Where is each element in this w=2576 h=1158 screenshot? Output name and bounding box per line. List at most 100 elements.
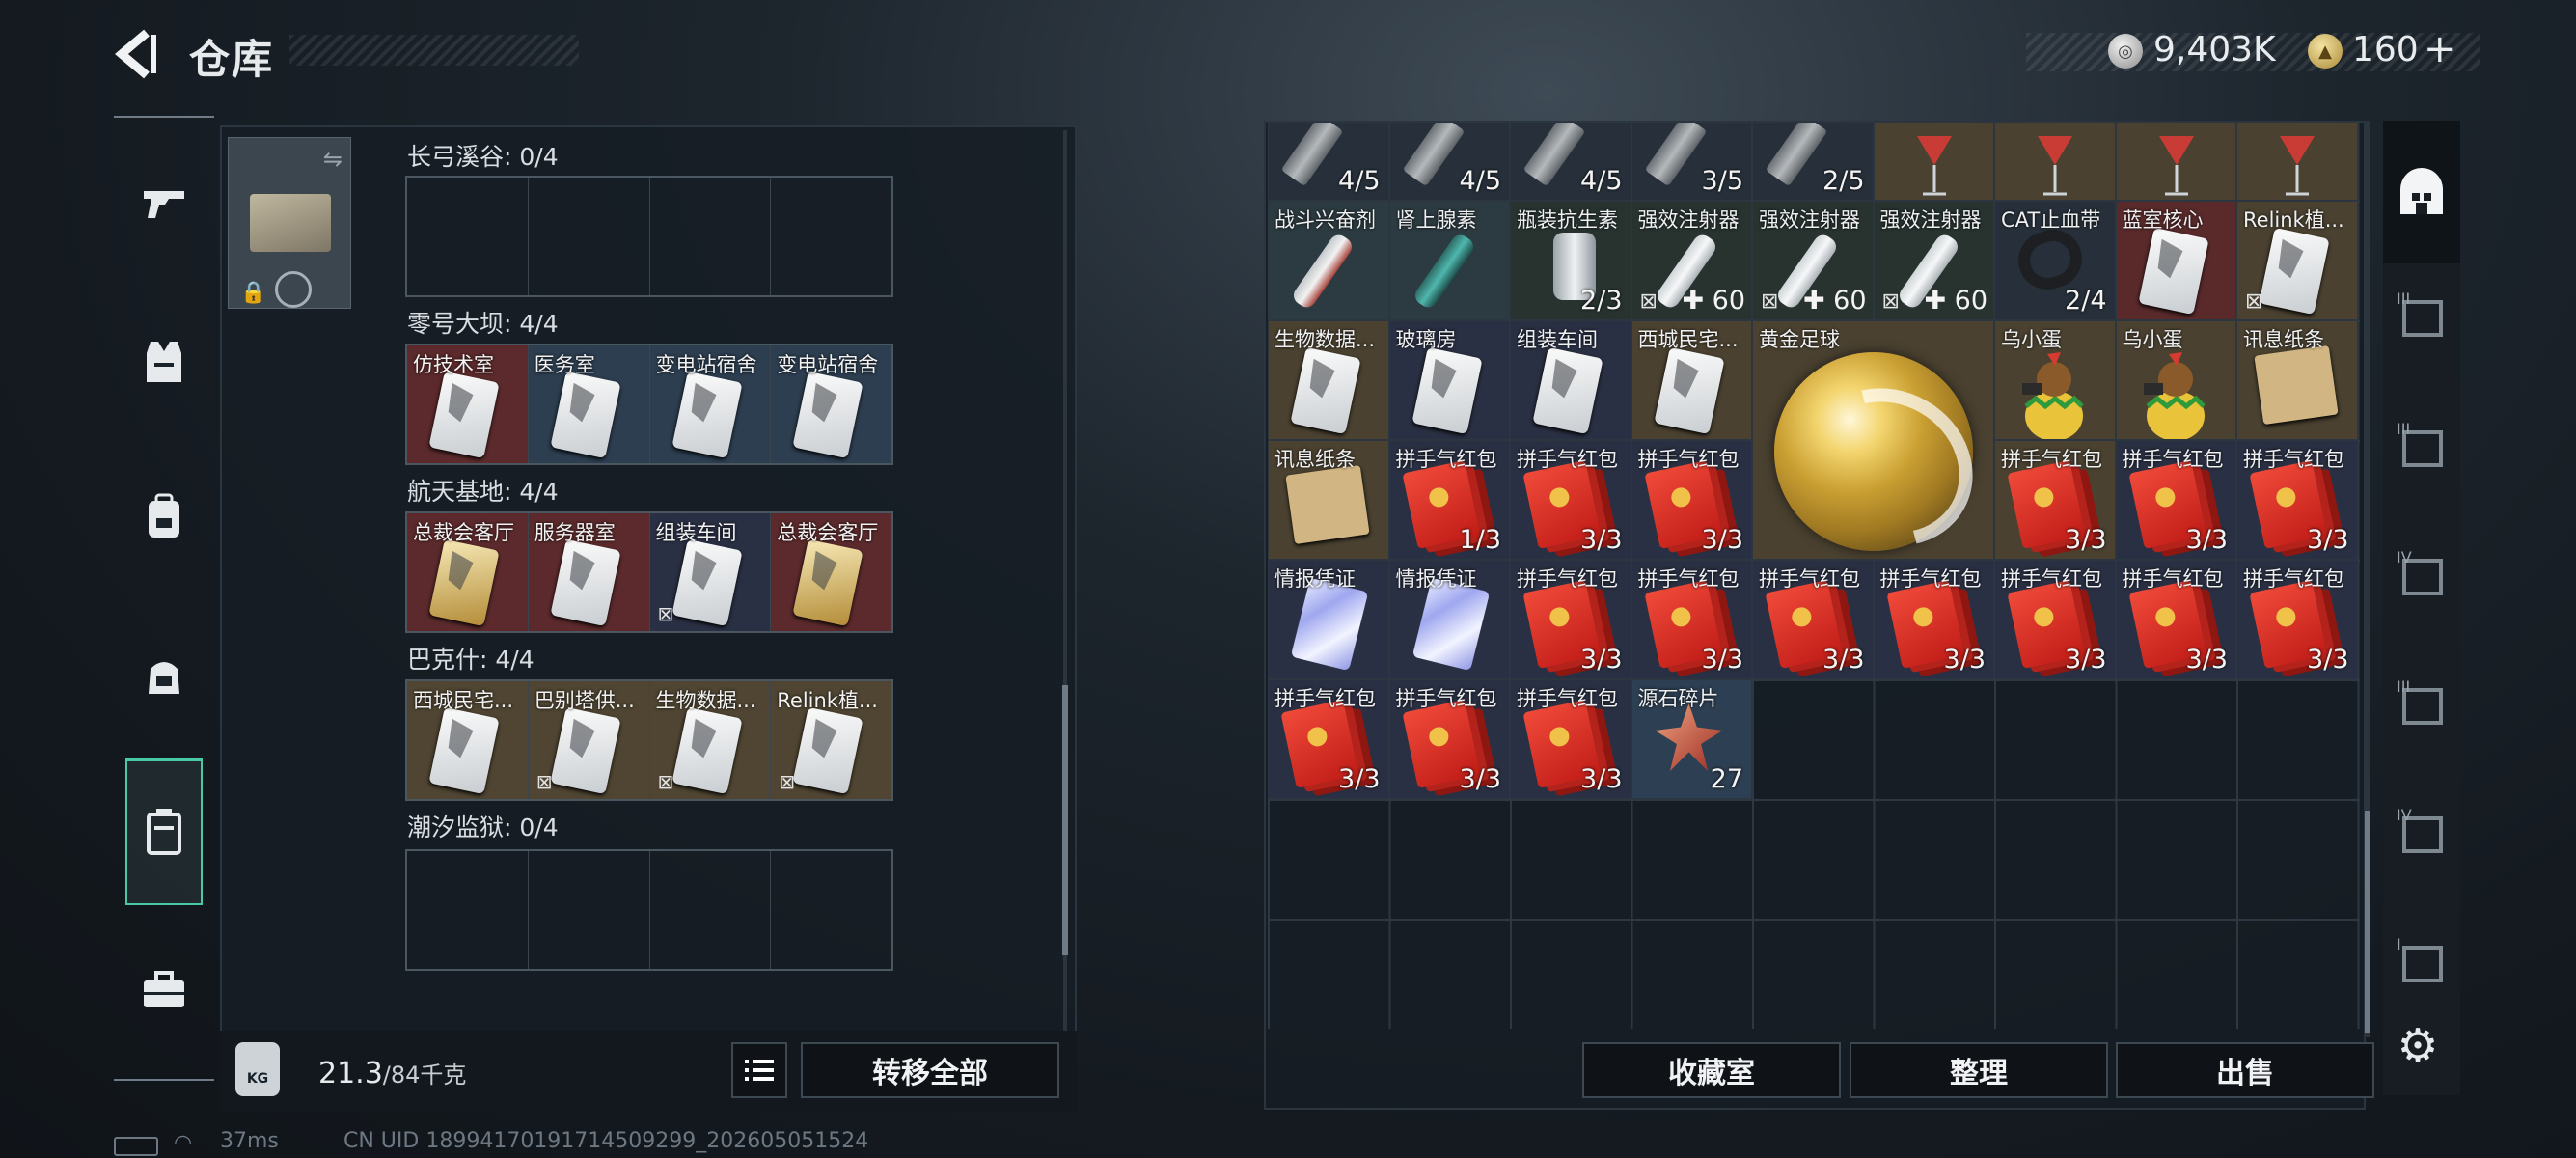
inventory-item[interactable] xyxy=(2115,122,2236,201)
keycard-slot[interactable]: Relink植... ⊠ xyxy=(771,681,891,799)
inventory-item[interactable]: 拼手气红包 3/3 xyxy=(1631,440,1752,560)
inventory-item[interactable]: 拼手气红包 3/3 xyxy=(2236,560,2358,679)
empty-slot[interactable] xyxy=(650,178,772,295)
empty-slot[interactable] xyxy=(529,851,650,969)
tier-III-icon[interactable]: III xyxy=(2391,415,2453,477)
inventory-item[interactable]: 乌小蛋 xyxy=(2115,320,2236,440)
add-gold-button[interactable]: + xyxy=(2424,27,2456,71)
armor-vest-icon[interactable] xyxy=(135,333,193,391)
inventory-item[interactable]: 拼手气红包 3/3 xyxy=(2115,440,2236,560)
back-button[interactable] xyxy=(114,29,158,79)
inventory-item[interactable]: 拼手气红包 3/3 xyxy=(1631,560,1752,679)
gold-football-icon xyxy=(1774,352,1973,551)
inventory-item[interactable]: 强效注射器 ✚ 60 ⊠ xyxy=(1873,201,1994,320)
empty-slot[interactable] xyxy=(407,178,529,295)
organize-button[interactable]: 整理 xyxy=(1850,1042,2108,1098)
backpack-icon[interactable] xyxy=(135,487,193,545)
inventory-item[interactable]: 生物数据... xyxy=(1268,320,1389,440)
item-count: 3/3 xyxy=(1701,525,1743,555)
keycard-slot[interactable]: 变电站宿舍 xyxy=(649,345,772,463)
inventory-item[interactable]: 强效注射器 ✚ 60 ⊠ xyxy=(1631,201,1752,320)
cocktail-glass-icon xyxy=(1915,123,1954,200)
inventory-item[interactable]: 4/5 xyxy=(1510,122,1631,201)
inventory-item[interactable] xyxy=(1873,122,1994,201)
empty-slot[interactable] xyxy=(529,178,650,295)
weapon-icon[interactable] xyxy=(135,174,193,232)
gold-football-item[interactable]: 黄金足球 xyxy=(1752,320,1994,560)
inventory-item[interactable]: 战斗兴奋剂 xyxy=(1268,201,1389,320)
keycard-slot[interactable]: 总裁会客厅 xyxy=(771,513,891,631)
keycard-slot[interactable]: 西城民宅... xyxy=(407,681,529,799)
empty-slot[interactable] xyxy=(407,851,529,969)
inventory-item[interactable]: 讯息纸条 xyxy=(2236,320,2358,440)
collection-room-button[interactable]: 收藏室 xyxy=(1582,1042,1841,1098)
inventory-item[interactable]: 拼手气红包 3/3 xyxy=(1388,679,1510,799)
inventory-item[interactable]: Relink植... ⊠ xyxy=(2236,201,2358,320)
inventory-item[interactable]: 拼手气红包 3/3 xyxy=(1994,440,2116,560)
keycard-slot[interactable]: 总裁会客厅 xyxy=(407,513,529,631)
container-thumbnail[interactable]: 🔒 ⇋ xyxy=(228,137,351,309)
inventory-item[interactable]: 瓶装抗生素 2/3 xyxy=(1510,201,1631,320)
inventory-item[interactable]: 拼手气红包 3/3 xyxy=(1268,679,1389,799)
keycard-slot[interactable]: 服务器室 xyxy=(528,513,650,631)
swap-icon[interactable]: ⇋ xyxy=(323,146,343,173)
list-view-button[interactable] xyxy=(731,1042,787,1098)
inventory-item[interactable] xyxy=(1994,122,2116,201)
inventory-item[interactable]: 情报凭证 xyxy=(1388,560,1510,679)
empty-slot[interactable] xyxy=(650,851,772,969)
keycard-icon xyxy=(550,371,621,459)
inventory-item[interactable]: 组装车间 xyxy=(1510,320,1631,440)
keycard-slot[interactable]: 变电站宿舍 xyxy=(771,345,891,463)
inventory-item[interactable] xyxy=(2236,122,2358,201)
envelope-icon xyxy=(1285,464,1370,545)
home-icon[interactable] xyxy=(2391,160,2453,222)
tier-IV-icon[interactable]: IV xyxy=(2391,543,2453,605)
inventory-item[interactable]: 拼手气红包 3/3 xyxy=(1510,440,1631,560)
toolbox-icon[interactable] xyxy=(135,961,193,1019)
empty-slot[interactable] xyxy=(771,851,891,969)
item-label: 拼手气红包 xyxy=(1879,567,1982,591)
tier-IV-icon[interactable]: IV xyxy=(2391,801,2453,863)
sell-button[interactable]: 出售 xyxy=(2116,1042,2374,1098)
tier-III-icon[interactable]: III xyxy=(2391,673,2453,734)
inventory-item[interactable]: 拼手气红包 3/3 xyxy=(1752,560,1874,679)
ping-readout: 37ms xyxy=(220,1129,279,1153)
settings-gear-icon[interactable]: ⚙ xyxy=(2393,1019,2443,1073)
inventory-item[interactable]: 乌小蛋 xyxy=(1994,320,2116,440)
inventory-item[interactable]: 拼手气红包 3/3 xyxy=(2115,560,2236,679)
empty-slot[interactable] xyxy=(771,178,891,295)
keycard-slot[interactable]: 仿技术室 xyxy=(407,345,529,463)
inventory-item[interactable]: 讯息纸条 xyxy=(1268,440,1389,560)
keycard-slot[interactable]: 医务室 xyxy=(528,345,650,463)
crystal-shard-icon xyxy=(1655,703,1723,771)
inventory-item[interactable]: 蓝室核心 xyxy=(2115,201,2236,320)
bag-icon[interactable] xyxy=(135,647,193,704)
inventory-item[interactable]: 4/5 xyxy=(1268,122,1389,201)
inventory-item[interactable]: 强效注射器 ✚ 60 ⊠ xyxy=(1752,201,1874,320)
inventory-item[interactable]: 肾上腺素 xyxy=(1388,201,1510,320)
inventory-item[interactable]: 玻璃房 xyxy=(1388,320,1510,440)
locker-icon[interactable] xyxy=(135,803,193,861)
keycard-slot[interactable]: 生物数据... ⊠ xyxy=(649,681,772,799)
inventory-item[interactable]: 2/5 xyxy=(1752,122,1874,201)
left-scrollbar-thumb[interactable] xyxy=(1062,685,1068,955)
inventory-item[interactable]: 拼手气红包 3/3 xyxy=(1510,560,1631,679)
inventory-item[interactable]: 情报凭证 xyxy=(1268,560,1389,679)
keycard-slot[interactable]: 巴别塔供... ⊠ xyxy=(528,681,650,799)
inventory-item[interactable]: 拼手气红包 3/3 xyxy=(1873,560,1994,679)
transfer-all-button[interactable]: 转移全部 xyxy=(801,1042,1059,1098)
inventory-item[interactable]: 拼手气红包 3/3 xyxy=(1994,560,2116,679)
right-scrollbar-thumb[interactable] xyxy=(2365,811,2370,1033)
inventory-item[interactable]: 拼手气红包 3/3 xyxy=(1510,679,1631,799)
inventory-item[interactable]: 4/5 xyxy=(1388,122,1510,201)
inventory-item[interactable]: 拼手气红包 3/3 xyxy=(2236,440,2358,560)
item-label: 拼手气红包 xyxy=(1395,687,1497,710)
tier-III-icon[interactable]: III xyxy=(2391,285,2453,346)
inventory-item[interactable]: CAT止血带 2/4 xyxy=(1994,201,2116,320)
inventory-item[interactable]: 源石碎片 27 xyxy=(1631,679,1752,799)
tier-I-icon[interactable]: I xyxy=(2391,930,2453,992)
keycard-slot[interactable]: 组装车间 ⊠ xyxy=(649,513,772,631)
inventory-item[interactable]: 拼手气红包 1/3 xyxy=(1388,440,1510,560)
inventory-item[interactable]: 3/5 xyxy=(1631,122,1752,201)
inventory-item[interactable]: 西城民宅... xyxy=(1631,320,1752,440)
